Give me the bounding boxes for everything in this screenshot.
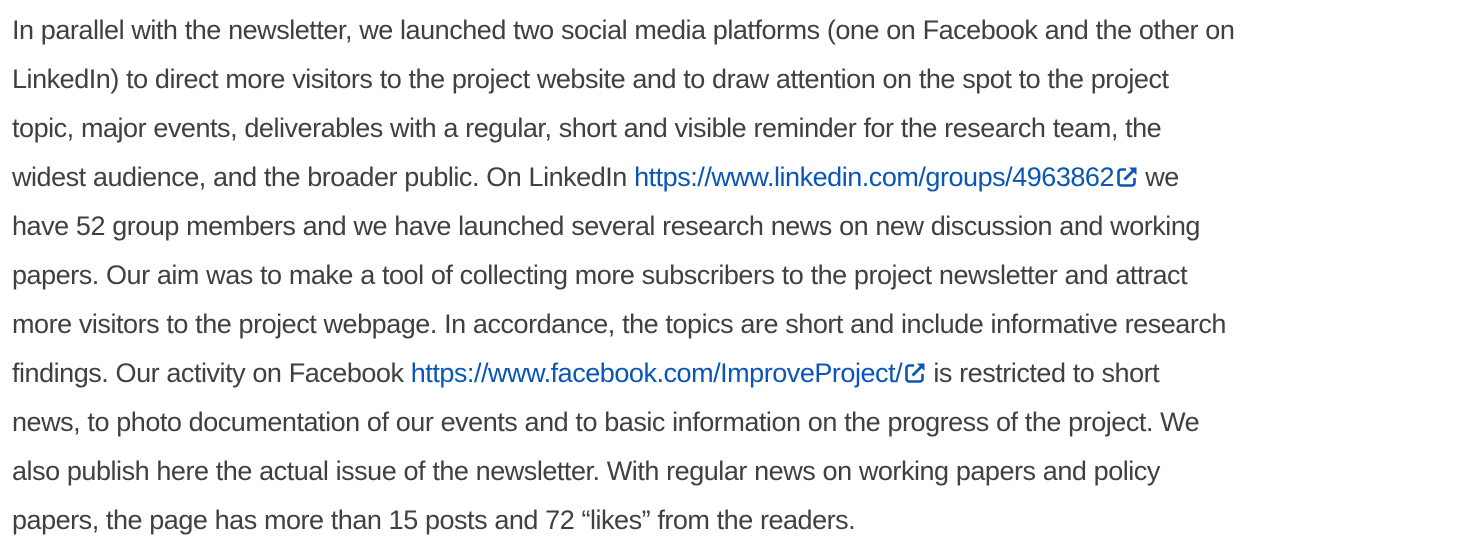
text-segment: is restricted to short [926,358,1160,388]
text-line: topic, major events, deliverables with a… [12,113,1162,143]
text-line: more visitors to the project webpage. In… [12,309,1226,339]
text-line-with-linkedin-link: widest audience, and the broader public.… [12,153,1477,202]
linkedin-link-text: https://www.linkedin.com/groups/4963862 [634,162,1114,192]
text-line: also publish here the actual issue of th… [12,456,1160,486]
text-segment: widest audience, and the broader public.… [12,162,635,192]
text-line: papers. Our aim was to make a tool of co… [12,260,1188,290]
external-link-icon [905,363,925,383]
facebook-page-link[interactable]: https://www.facebook.com/ImproveProject/ [411,358,926,388]
external-link-icon [1117,167,1137,187]
text-line-with-facebook-link: findings. Our activity on Facebook https… [12,349,1477,398]
text-line: papers, the page has more than 15 posts … [12,505,856,535]
linkedin-group-link[interactable]: https://www.linkedin.com/groups/4963862 [634,162,1138,192]
text-line: have 52 group members and we have launch… [12,211,1200,241]
text-segment: findings. Our activity on Facebook [12,358,411,388]
article-paragraph: In parallel with the newsletter, we laun… [12,6,1477,545]
text-line: In parallel with the newsletter, we laun… [12,15,1235,45]
facebook-link-text: https://www.facebook.com/ImproveProject/ [410,358,903,388]
text-line: news, to photo documentation of our even… [12,407,1200,437]
text-line: LinkedIn) to direct more visitors to the… [12,64,1169,94]
text-segment: we [1138,162,1179,192]
